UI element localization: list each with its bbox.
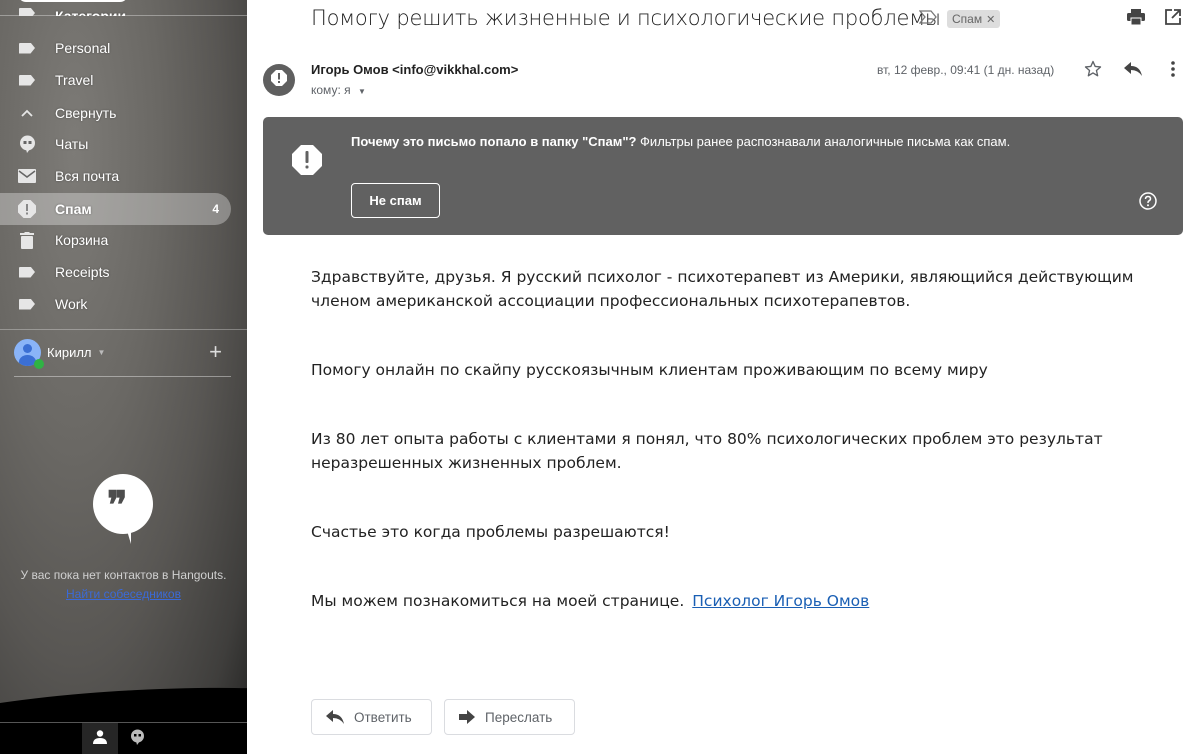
email-date: вт, 12 февр., 09:41 (1 дн. назад) (877, 63, 1055, 77)
sidebar-item-receipts[interactable]: Receipts (0, 256, 231, 288)
sidebar-item-categories[interactable]: Категории (0, 2, 231, 16)
sidebar-item-label: Receipts (55, 264, 110, 280)
reply-icon (326, 710, 344, 724)
sidebar-item-label: Personal (55, 40, 111, 56)
conversations-tab[interactable] (119, 723, 155, 754)
sidebar-item-label: Корзина (55, 232, 109, 248)
spam-warning-icon (271, 69, 287, 91)
spam-icon (18, 200, 36, 218)
hangouts-user-row: Кирилл ▼ + (14, 337, 234, 369)
print-button[interactable] (1125, 8, 1147, 30)
sidebar: Категории Personal Travel Свернуть Чаты … (0, 0, 247, 754)
star-icon (1084, 60, 1102, 83)
sidebar-item-collapse[interactable]: Свернуть (0, 97, 231, 129)
sender-avatar[interactable] (263, 64, 295, 96)
sidebar-item-personal[interactable]: Personal (0, 32, 231, 64)
reply-action-button[interactable]: Ответить (311, 699, 432, 735)
add-contact-button[interactable]: + (209, 339, 222, 365)
sidebar-item-spam[interactable]: Спам 4 (0, 193, 231, 225)
recipients-text: кому: я (311, 83, 351, 97)
label-icon (18, 263, 36, 281)
sidebar-item-label: Спам (55, 201, 92, 217)
reply-button[interactable] (1121, 59, 1145, 83)
sidebar-item-label: Travel (55, 72, 94, 88)
forward-action-button[interactable]: Переслать (444, 699, 575, 735)
sidebar-item-label: Work (55, 296, 88, 312)
user-avatar-wrap[interactable] (14, 338, 44, 369)
sidebar-divider (14, 376, 231, 377)
psychologist-page-link[interactable]: Психолог Игорь Омов (692, 592, 869, 610)
sidebar-item-trash[interactable]: Корзина (0, 224, 231, 256)
spam-warning-icon (292, 145, 322, 180)
sidebar-item-all-mail[interactable]: Вся почта (0, 160, 231, 192)
caret-down-icon: ▼ (357, 87, 366, 96)
remove-label-icon[interactable]: ✕ (986, 14, 995, 26)
not-spam-button[interactable]: Не спам (351, 183, 440, 218)
gmail-app: Категории Personal Travel Свернуть Чаты … (0, 0, 1192, 754)
sidebar-item-travel[interactable]: Travel (0, 64, 231, 96)
print-icon (1127, 8, 1145, 30)
label-icon (18, 39, 36, 57)
email-body: Здравствуйте, друзья. Я русский психолог… (311, 265, 1171, 658)
spam-warning-banner: Почему это письмо попало в папку "Спам"?… (263, 117, 1183, 235)
online-status-dot (34, 358, 44, 369)
body-paragraph-last: Мы можем познакомиться на моей странице.… (311, 589, 1171, 613)
label-icon (18, 295, 36, 313)
more-options-button[interactable] (1161, 59, 1185, 83)
trash-icon (18, 231, 36, 249)
recipients-toggle[interactable]: кому: я ▼ (311, 83, 366, 97)
star-button[interactable] (1081, 59, 1105, 83)
label-icon (18, 4, 36, 16)
importance-marker-icon[interactable] (918, 10, 937, 29)
person-icon (93, 729, 107, 749)
open-in-new-window-button[interactable] (1162, 8, 1184, 30)
body-paragraph: Мы можем познакомиться на моей странице. (311, 592, 685, 610)
sidebar-item-chats[interactable]: Чаты (0, 128, 231, 160)
label-chip-text: Спам (952, 12, 983, 26)
forward-icon (459, 710, 475, 724)
forward-label: Переслать (485, 709, 553, 725)
sidebar-item-work[interactable]: Work (0, 288, 231, 320)
chevron-up-icon (18, 104, 36, 122)
unread-count: 4 (212, 202, 219, 216)
sidebar-item-label: Категории (55, 8, 127, 16)
help-icon[interactable] (1139, 192, 1157, 215)
email-subject: Помогу решить жизненные и психологически… (311, 6, 941, 30)
body-paragraph: Счастье это когда проблемы разрешаются! (311, 523, 670, 541)
body-paragraph: Здравствуйте, друзья. Я русский психолог… (311, 268, 1134, 310)
caret-down-icon[interactable]: ▼ (98, 348, 106, 357)
spam-banner-title: Почему это письмо попало в папку "Спам"? (351, 134, 637, 149)
reply-icon (1124, 61, 1142, 81)
spam-banner-text: Фильтры ранее распознавали аналогичные п… (636, 134, 1011, 149)
sidebar-item-label: Вся почта (55, 168, 120, 184)
open-in-new-icon (1165, 8, 1181, 30)
sidebar-item-label: Чаты (55, 136, 89, 152)
user-name[interactable]: Кирилл (47, 345, 92, 360)
hangouts-icon: ❞ (93, 474, 153, 534)
label-icon (18, 71, 36, 89)
sender-name[interactable]: Игорь Омов <info@vikkhal.com> (311, 62, 518, 77)
more-vert-icon (1171, 60, 1175, 82)
sidebar-item-label: Свернуть (55, 105, 117, 121)
hangouts-empty-text: У вас пока нет контактов в Hangouts. (20, 568, 227, 582)
body-paragraph: Помогу онлайн по скайпу русскоязычным кл… (311, 361, 988, 379)
sidebar-divider (0, 329, 247, 330)
hangouts-empty-state: У вас пока нет контактов в Hangouts. Най… (20, 566, 227, 604)
chat-icon (18, 135, 36, 153)
spam-banner-message: Почему это письмо попало в папку "Спам"?… (351, 133, 1031, 150)
label-chip-spam: Спам ✕ (947, 10, 1001, 28)
mail-icon (18, 167, 36, 185)
hangouts-chat-icon (130, 729, 145, 750)
reply-label: Ответить (354, 709, 412, 725)
email-view: Помогу решить жизненные и психологически… (247, 0, 1192, 754)
contacts-tab[interactable] (82, 723, 118, 754)
body-paragraph: Из 80 лет опыта работы с клиентами я пон… (311, 430, 1103, 472)
find-contacts-link[interactable]: Найти собеседников (20, 585, 227, 604)
sidebar-bottom-tabs (0, 722, 247, 754)
